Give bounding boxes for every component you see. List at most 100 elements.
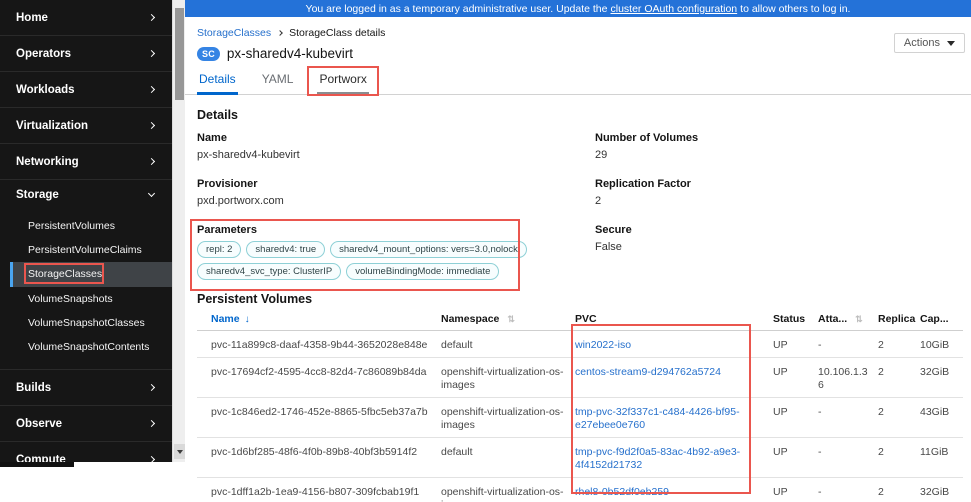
- tab-details[interactable]: Details: [197, 70, 238, 95]
- pv-namespace-cell: default: [441, 437, 575, 478]
- sidebar-item-virtualization[interactable]: Virtualization: [0, 108, 172, 143]
- pv-replica-cell: 2: [878, 357, 920, 398]
- sidebar-item-networking[interactable]: Networking: [0, 144, 172, 179]
- field-name-value: px-sharedv4-kubevirt: [197, 149, 300, 161]
- pv-replica-cell: 2: [878, 330, 920, 358]
- sidebar-item-storageclasses[interactable]: StorageClasses: [10, 262, 172, 287]
- pvc-link[interactable]: win2022-iso: [575, 339, 631, 351]
- sidebar-item-volumesnapshotclasses[interactable]: VolumeSnapshotClasses: [0, 311, 172, 335]
- pv-namespace-cell: default: [441, 330, 575, 358]
- sidebar-item-observe[interactable]: Observe: [0, 406, 172, 441]
- sidebar-item-compute[interactable]: Compute: [0, 442, 172, 477]
- pv-name-cell: pvc-11a899c8-daaf-4358-9b44-3652028e848e: [197, 330, 441, 358]
- column-header-replica[interactable]: Replica: [878, 309, 920, 331]
- field-secure-label: Secure: [595, 224, 632, 236]
- parameter-chip: sharedv4: true: [246, 241, 326, 258]
- field-name: Name px-sharedv4-kubevirt: [197, 132, 595, 161]
- actions-button[interactable]: Actions: [893, 33, 965, 53]
- pv-capacity-cell: 11GiB: [920, 437, 963, 478]
- sidebar-item-label: Builds: [16, 381, 52, 394]
- tab-bar: Details YAML Portworx: [185, 66, 971, 96]
- sidebar-item-operators[interactable]: Operators: [0, 36, 172, 71]
- sidebar-item-builds[interactable]: Builds: [0, 370, 172, 405]
- sidebar-item-workloads[interactable]: Workloads: [0, 72, 172, 107]
- pv-status-cell: UP: [773, 357, 818, 398]
- field-secure: Secure False: [595, 224, 963, 280]
- sidebar-item-volumesnapshots[interactable]: VolumeSnapshots: [0, 287, 172, 311]
- persistent-volumes-table: Name ↓ Namespace ⇅ PVC Status Atta... ⇅ …: [197, 309, 963, 502]
- sidebar-item-volumesnapshotcontents[interactable]: VolumeSnapshotContents: [0, 335, 172, 359]
- scroll-down-icon: [176, 449, 183, 454]
- field-provisioner: Provisioner pxd.portworx.com: [197, 178, 595, 207]
- chevron-right-icon: [147, 419, 156, 428]
- page-title: px-sharedv4-kubevirt: [226, 46, 353, 61]
- field-number-of-volumes-value: 29: [595, 149, 608, 161]
- field-replication-factor: Replication Factor 2: [595, 178, 963, 207]
- sort-icon: ⇅: [855, 314, 863, 324]
- column-header-attached-label: Atta...: [818, 313, 848, 325]
- pvc-link[interactable]: tmp-pvc-f9d2f0a5-83ac-4b92-a9e3-4f4152d2…: [575, 446, 740, 471]
- parameter-chip: sharedv4_mount_options: vers=3.0,nolock: [330, 241, 527, 258]
- sidebar-item-home[interactable]: Home: [0, 0, 172, 35]
- sidebar-item-label: Operators: [16, 47, 71, 60]
- chevron-right-icon: [147, 157, 156, 166]
- pv-capacity-cell: 32GiB: [920, 486, 950, 498]
- pvc-link[interactable]: tmp-pvc-32f337c1-c484-4426-bf95-e27ebee0…: [575, 406, 740, 431]
- column-header-name-label: Name: [211, 313, 240, 325]
- field-parameters-label: Parameters: [197, 224, 257, 236]
- pv-pvc-cell: win2022-iso: [575, 330, 773, 358]
- sidebar-item-label: Home: [16, 11, 48, 24]
- persistent-volumes-heading: Persistent Volumes: [197, 292, 313, 306]
- pvc-link[interactable]: centos-stream9-d294762a5724: [575, 366, 721, 378]
- caret-down-icon: [947, 40, 955, 46]
- pv-pvc-cell: tmp-pvc-f9d2f0a5-83ac-4b92-a9e3-4f4152d2…: [575, 437, 773, 478]
- openshift-console-screen: Home Operators Workloads Virtualization: [0, 0, 971, 502]
- details-section-heading: Details: [197, 108, 238, 122]
- column-header-pvc[interactable]: PVC: [575, 309, 773, 331]
- pv-attached-cell: -: [818, 486, 822, 498]
- pv-status-cell: UP: [773, 437, 818, 478]
- actions-button-label: Actions: [903, 37, 940, 49]
- tab-portworx-label: Portworx: [319, 72, 367, 86]
- breadcrumb-current: StorageClass details: [289, 27, 386, 39]
- sidebar-item-label: StorageClasses: [28, 268, 103, 280]
- column-header-name[interactable]: Name ↓: [197, 309, 441, 331]
- sort-descending-icon: ↓: [244, 314, 250, 325]
- pv-namespace-cell: openshift-virtualization-os-images: [441, 397, 575, 438]
- column-header-replica-label: Replica: [878, 313, 916, 325]
- column-header-namespace[interactable]: Namespace ⇅: [441, 309, 575, 331]
- pv-status-cell: UP: [773, 330, 818, 358]
- pv-pvc-cell: rhel8-0b52df0eb259: [575, 478, 773, 502]
- sidebar-item-persistentvolumes[interactable]: PersistentVolumes: [0, 214, 172, 238]
- sidebar-item-label: Networking: [16, 155, 79, 168]
- tab-yaml[interactable]: YAML: [260, 70, 296, 95]
- scrollbar-thumb[interactable]: [175, 8, 184, 100]
- table-row: pvc-1d6bf285-48f6-4f0b-89b8-40bf3b5914f2…: [197, 437, 963, 478]
- sidebar-item-storage[interactable]: Storage: [0, 180, 172, 210]
- pvc-link[interactable]: rhel8-0b52df0eb259: [575, 486, 669, 498]
- column-header-status[interactable]: Status: [773, 309, 818, 331]
- breadcrumb-separator-icon: [277, 30, 283, 36]
- table-row: pvc-11a899c8-daaf-4358-9b44-3652028e848e…: [197, 330, 963, 358]
- details-content: Details Name px-sharedv4-kubevirt Number…: [185, 108, 971, 502]
- pv-name-cell: pvc-1dff1a2b-1ea9-4156-b807-309fcbab19f1: [211, 486, 420, 498]
- column-header-attached[interactable]: Atta... ⇅: [818, 309, 878, 331]
- sidebar-scrollbar[interactable]: [172, 0, 185, 462]
- breadcrumb-storageclasses-link[interactable]: StorageClasses: [197, 27, 271, 39]
- parameter-chips: repl: 2 sharedv4: true sharedv4_mount_op…: [197, 241, 537, 280]
- sidebar-item-persistentvolumeclaims[interactable]: PersistentVolumeClaims: [0, 238, 172, 262]
- chevron-right-icon: [147, 49, 156, 58]
- pv-name-cell: pvc-1d6bf285-48f6-4f0b-89b8-40bf3b5914f2: [197, 437, 441, 478]
- pv-namespace-cell: openshift-virtualization-os-images: [441, 357, 575, 398]
- breadcrumb: StorageClasses StorageClass details: [197, 27, 959, 39]
- field-parameters: Parameters repl: 2 sharedv4: true shared…: [190, 219, 595, 291]
- table-row: pvc-1c846ed2-1746-452e-8865-5fbc5eb37a7b…: [197, 397, 963, 438]
- column-header-capacity[interactable]: Cap...: [920, 309, 963, 331]
- tab-portworx[interactable]: Portworx: [307, 66, 379, 96]
- table-header-row: Name ↓ Namespace ⇅ PVC Status Atta... ⇅ …: [197, 309, 963, 331]
- oauth-configuration-link[interactable]: cluster OAuth configuration: [611, 3, 738, 15]
- sidebar-cutoff-stub: [0, 462, 74, 467]
- column-header-status-label: Status: [773, 313, 806, 325]
- scrollbar-down-button[interactable]: [174, 444, 185, 459]
- persistent-volumes-table-wrap: Name ↓ Namespace ⇅ PVC Status Atta... ⇅ …: [197, 309, 963, 502]
